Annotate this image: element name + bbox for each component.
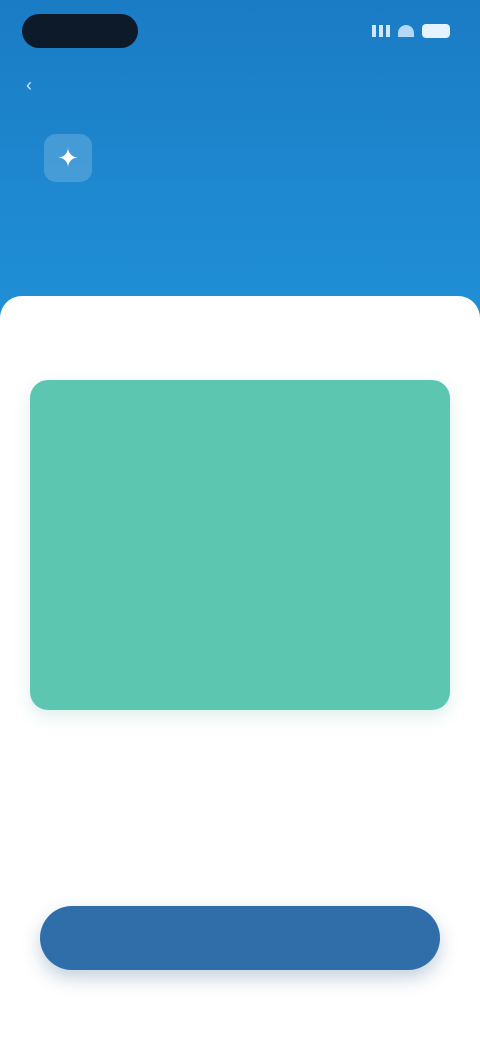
primary-action-button[interactable] bbox=[40, 906, 440, 970]
status-icons bbox=[372, 20, 450, 42]
battery-icon bbox=[422, 24, 450, 38]
header: ‹ ✦ bbox=[0, 0, 480, 320]
signal-icon bbox=[372, 25, 390, 37]
star-icon: ✦ bbox=[44, 134, 92, 182]
back-button[interactable]: ‹ bbox=[26, 70, 42, 100]
back-arrow-icon: ‹ bbox=[26, 74, 32, 95]
status-time-pill bbox=[22, 14, 138, 48]
status-bar bbox=[0, 0, 480, 60]
wifi-icon bbox=[398, 25, 414, 37]
info-card bbox=[30, 380, 450, 710]
